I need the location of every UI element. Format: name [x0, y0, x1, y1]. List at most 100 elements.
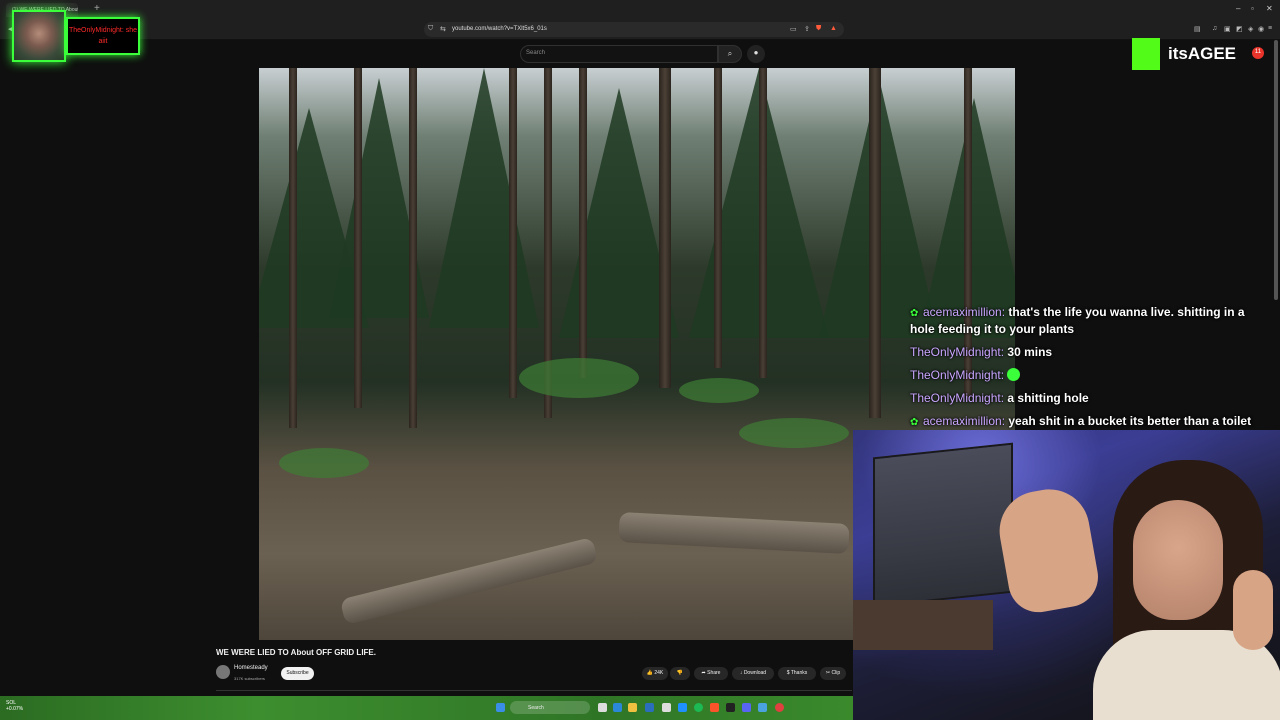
channel-name[interactable]: Homesteady [234, 665, 268, 671]
bookmark-icon[interactable]: ⛉ [428, 25, 433, 33]
chat-username[interactable]: acemaximillion: [923, 305, 1005, 319]
file-explorer-icon[interactable] [628, 703, 637, 712]
guest-name-box: TheOnlyMidnight: she aiit [66, 17, 140, 55]
site-info-icon[interactable]: ⇆ [440, 25, 446, 33]
like-count: 24K [654, 670, 664, 676]
discord-icon[interactable] [742, 703, 751, 712]
screenshot-icon[interactable]: ◩ [1236, 25, 1243, 33]
channel-avatar[interactable] [216, 665, 230, 679]
start-icon[interactable] [496, 703, 505, 712]
copy-icon[interactable]: ▣ [1224, 25, 1231, 33]
address-bar[interactable]: ⛉ ⇆ youtube.com/watch?v=TXlt5x6_01s ▭ ⇪ … [424, 22, 844, 37]
webcam-desk [853, 600, 993, 650]
share-icon[interactable]: ⇪ [804, 25, 810, 33]
tree-trunk [869, 68, 881, 418]
search-button[interactable]: ⌕ [718, 45, 742, 63]
clip-label: Clip [831, 670, 841, 676]
chat-overlay: ✿ acemaximillion: that's the life you wan… [910, 304, 1272, 436]
brave-icon[interactable] [710, 703, 719, 712]
tree-trunk [714, 68, 722, 368]
mic-icon: ● [753, 48, 759, 57]
task-view-icon[interactable] [598, 703, 607, 712]
minimize-icon[interactable]: – [1236, 4, 1240, 13]
streamer-webcam [853, 430, 1280, 720]
obs-icon[interactable] [726, 703, 735, 712]
tree-trunk [579, 68, 587, 378]
tree-trunk [509, 68, 517, 398]
chat-text: a shitting hole [1007, 391, 1089, 405]
channel-subscribers: 317K subscribers [234, 676, 265, 681]
search-placeholder: Search [526, 50, 546, 56]
thanks-icon: $ [786, 670, 790, 676]
chat-text: 30 mins [1007, 345, 1053, 359]
chat-badge-icon: ✿ [910, 308, 919, 319]
chat-badge-icon: ✿ [910, 417, 919, 428]
chat-message: ✿ acemaximillion: that's the life you wan… [910, 304, 1272, 338]
chrome-icon[interactable] [775, 703, 784, 712]
new-tab-button[interactable]: + [94, 3, 100, 14]
fern [679, 378, 759, 403]
maximize-icon[interactable]: ▫ [1251, 4, 1254, 13]
divider [216, 690, 852, 691]
shield-icon[interactable]: ⛊ [816, 25, 821, 33]
streamer-hand [1233, 570, 1273, 650]
store-icon[interactable] [645, 703, 654, 712]
streamer-name: itsAGEE [1168, 44, 1237, 63]
thanks-button[interactable]: $ Thanks [778, 667, 816, 680]
close-icon[interactable]: ✕ [1266, 4, 1273, 13]
notification-badge[interactable]: 11 [1252, 47, 1264, 59]
taskbar-search-label: Search [528, 705, 544, 711]
browser-toolbar: ◀ ▶ ↻ ⛉ ⇆ youtube.com/watch?v=TXlt5x6_01… [0, 20, 1280, 40]
voice-search-button[interactable]: ● [747, 45, 765, 63]
like-button[interactable]: 👍 24K [642, 667, 668, 680]
share-button[interactable]: ➦ Share [694, 667, 728, 680]
streamer-face [1133, 500, 1223, 620]
search-icon: ⌕ [727, 49, 733, 58]
menu-icon[interactable]: ≡ [1268, 25, 1272, 32]
media-icon[interactable]: ♫ [1212, 25, 1217, 32]
taskbar: SOL +0.07% Search [0, 696, 853, 720]
thumbs-up-icon: 👍 [646, 670, 653, 676]
fallen-log [618, 512, 850, 554]
app-icon[interactable] [678, 703, 687, 712]
sidebar-icon[interactable]: ▤ [1194, 25, 1201, 33]
fallen-log [339, 536, 599, 626]
vpn-icon[interactable]: ◉ [1258, 25, 1264, 33]
search-input[interactable]: Search [520, 45, 718, 63]
taskbar-search[interactable]: Search [510, 701, 590, 714]
chat-username[interactable]: TheOnlyMidnight: [910, 345, 1004, 359]
webcam-monitor [873, 442, 1013, 608]
browser-tabstrip: (1) WE WERE LIED TO About OFF + – ▫ ✕ [0, 0, 1280, 20]
download-icon: ↓ [739, 670, 743, 676]
fern [279, 448, 369, 478]
download-label: Download [743, 670, 767, 676]
fern [519, 358, 639, 398]
tree-trunk [759, 68, 767, 378]
wallet-icon[interactable]: ◈ [1248, 25, 1253, 33]
tree [429, 68, 539, 328]
calendar-icon[interactable] [662, 703, 671, 712]
app-icon-2[interactable] [758, 703, 767, 712]
reader-icon[interactable]: ▭ [790, 25, 797, 33]
extension-icon[interactable]: ▲ [830, 25, 837, 32]
chat-username[interactable]: TheOnlyMidnight: [910, 391, 1004, 405]
scrollbar[interactable] [1274, 40, 1278, 300]
fern [739, 418, 849, 448]
tree-trunk [354, 68, 362, 408]
edge-icon[interactable] [613, 703, 622, 712]
subscribe-button[interactable]: Subscribe [281, 667, 314, 680]
streamer-hand [993, 483, 1103, 617]
chat-message: TheOnlyMidnight: 30 mins [910, 344, 1272, 361]
spotify-icon[interactable] [694, 703, 703, 712]
url-text: youtube.com/watch?v=TXlt5x6_01s [452, 26, 547, 32]
chat-message: TheOnlyMidnight: [910, 367, 1272, 384]
clip-button[interactable]: ✂ Clip [820, 667, 846, 680]
chat-username[interactable]: TheOnlyMidnight: [910, 368, 1004, 382]
chat-username[interactable]: acemaximillion: [923, 414, 1005, 428]
thumbs-down-icon: 👎 [676, 670, 684, 676]
tree-trunk [659, 68, 671, 388]
download-button[interactable]: ↓ Download [732, 667, 774, 680]
weather-widget[interactable]: SOL +0.07% [6, 700, 23, 712]
screen: (1) WE WERE LIED TO About OFF + – ▫ ✕ ◀ … [0, 0, 1280, 720]
dislike-button[interactable]: 👎 [670, 667, 690, 680]
